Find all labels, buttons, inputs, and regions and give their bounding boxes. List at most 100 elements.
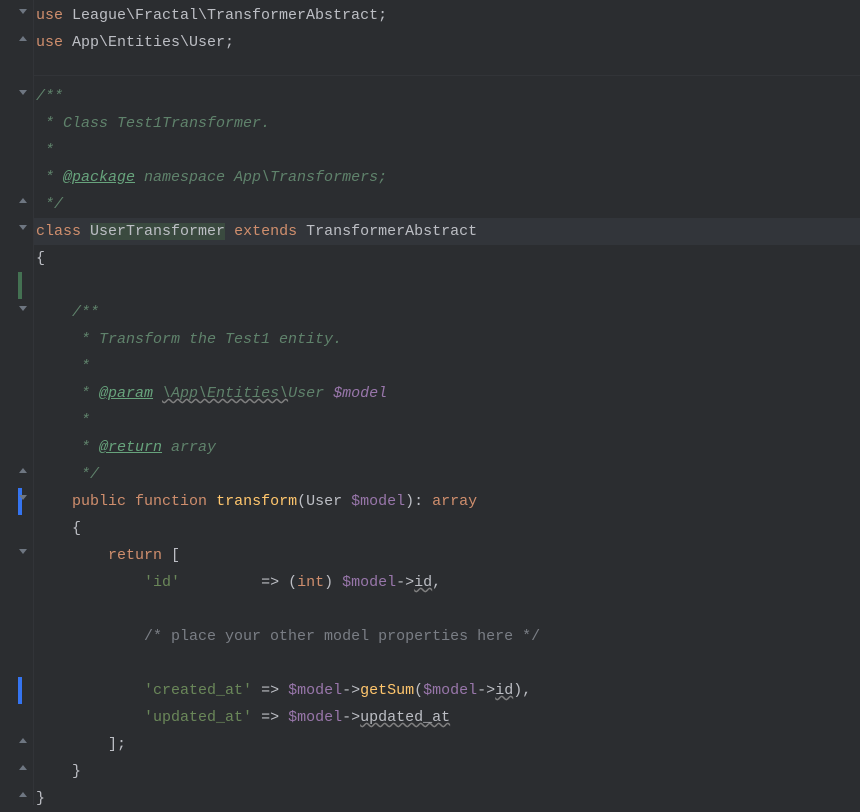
semicolon: ;: [378, 7, 387, 24]
property-id: id: [495, 682, 513, 699]
semicolon: ;: [225, 34, 234, 51]
phpdoc-tag-package: @package: [63, 169, 135, 186]
code-line[interactable]: *: [34, 407, 860, 434]
brace-open: {: [36, 520, 81, 537]
code-line[interactable]: 'created_at' => $model->getSum($model->i…: [34, 677, 860, 704]
fold-marker[interactable]: [17, 304, 29, 316]
code-line[interactable]: */: [34, 191, 860, 218]
phpdoc-return-type: array: [162, 439, 216, 456]
code-line[interactable]: [34, 272, 860, 299]
namespace-path: League\Fractal\TransformerAbstract: [72, 7, 378, 24]
keyword-class: class: [36, 223, 90, 240]
method-name: transform: [216, 493, 297, 510]
code-line[interactable]: public function transform(User $model): …: [34, 488, 860, 515]
fold-marker[interactable]: [17, 88, 29, 100]
fold-marker[interactable]: [17, 790, 29, 802]
code-line[interactable]: class UserTransformer extends Transforme…: [34, 218, 860, 245]
code-line[interactable]: * @package namespace App\Transformers;: [34, 164, 860, 191]
code-line[interactable]: [34, 56, 860, 83]
type-cast: int: [297, 574, 324, 591]
code-line[interactable]: /* place your other model properties her…: [34, 623, 860, 650]
editor-gutter: [0, 0, 34, 805]
property-updated-at: updated_at: [360, 709, 450, 726]
code-line[interactable]: * Transform the Test1 entity.: [34, 326, 860, 353]
code-line[interactable]: [34, 596, 860, 623]
phpdoc-line: * Class Test1Transformer.: [36, 115, 270, 132]
fold-marker[interactable]: [17, 223, 29, 235]
phpdoc-open: /**: [36, 304, 99, 321]
array-key: 'id': [144, 574, 180, 591]
keyword-extends: extends: [234, 223, 297, 240]
code-line[interactable]: }: [34, 785, 860, 812]
fold-marker[interactable]: [17, 196, 29, 208]
fold-marker[interactable]: [17, 763, 29, 775]
fold-marker[interactable]: [17, 547, 29, 559]
separator-line: [34, 75, 860, 76]
phpdoc-type-ns: \App\Entities\: [162, 385, 288, 402]
double-arrow: =>: [261, 682, 288, 699]
code-line[interactable]: *: [34, 353, 860, 380]
property-id: id: [414, 574, 432, 591]
code-line[interactable]: * Class Test1Transformer.: [34, 110, 860, 137]
variable: $model: [288, 682, 342, 699]
phpdoc-line: *: [36, 358, 90, 375]
fold-marker[interactable]: [17, 736, 29, 748]
parent-class: TransformerAbstract: [306, 223, 477, 240]
brace-close: }: [36, 763, 81, 780]
vcs-change-marker: [18, 272, 22, 299]
code-line[interactable]: */: [34, 461, 860, 488]
phpdoc-close: */: [36, 196, 63, 213]
phpdoc-tag-return: @return: [99, 439, 162, 456]
double-arrow: =>: [261, 574, 288, 591]
code-line[interactable]: *: [34, 137, 860, 164]
bracket-close: ];: [108, 736, 126, 753]
variable: $model: [423, 682, 477, 699]
code-editor[interactable]: use League\Fractal\TransformerAbstract; …: [34, 0, 860, 805]
fold-marker[interactable]: [17, 493, 29, 505]
phpdoc-close: */: [36, 466, 99, 483]
method-call: getSum: [360, 682, 414, 699]
code-line[interactable]: * @param \App\Entities\User $model: [34, 380, 860, 407]
code-line[interactable]: return [: [34, 542, 860, 569]
keyword-function: function: [135, 493, 207, 510]
array-key: 'created_at': [144, 682, 252, 699]
fold-marker[interactable]: [17, 466, 29, 478]
phpdoc-tag-param: @param: [99, 385, 153, 402]
class-name: UserTransformer: [90, 223, 225, 240]
phpdoc-line: *: [36, 169, 63, 186]
fold-marker[interactable]: [17, 34, 29, 46]
code-line[interactable]: * @return array: [34, 434, 860, 461]
code-line[interactable]: use App\Entities\User;: [34, 29, 860, 56]
namespace-path: App\Entities\User: [72, 34, 225, 51]
code-line[interactable]: 'id' => (int) $model->id,: [34, 569, 860, 596]
bracket-open: [: [162, 547, 180, 564]
code-line[interactable]: }: [34, 758, 860, 785]
variable: $model: [342, 574, 396, 591]
phpdoc-variable: $model: [333, 385, 387, 402]
inline-comment: /* place your other model properties her…: [144, 628, 540, 645]
code-line[interactable]: {: [34, 245, 860, 272]
code-line[interactable]: use League\Fractal\TransformerAbstract;: [34, 2, 860, 29]
phpdoc-line: *: [36, 142, 54, 159]
array-key: 'updated_at': [144, 709, 252, 726]
fold-marker[interactable]: [17, 7, 29, 19]
keyword-use: use: [36, 7, 72, 24]
keyword-use: use: [36, 34, 72, 51]
code-line[interactable]: {: [34, 515, 860, 542]
code-line[interactable]: /**: [34, 83, 860, 110]
phpdoc-line: *: [36, 439, 99, 456]
code-line[interactable]: ];: [34, 731, 860, 758]
phpdoc-type-class: User: [288, 385, 333, 402]
double-arrow: =>: [261, 709, 288, 726]
code-line[interactable]: /**: [34, 299, 860, 326]
phpdoc-text: namespace App\Transformers;: [135, 169, 387, 186]
phpdoc-line: *: [36, 385, 99, 402]
return-type: array: [432, 493, 477, 510]
phpdoc-open: /**: [36, 88, 63, 105]
code-line[interactable]: [34, 650, 860, 677]
brace-open: {: [36, 250, 45, 267]
code-line[interactable]: 'updated_at' => $model->updated_at: [34, 704, 860, 731]
brace-close: }: [36, 790, 45, 807]
variable: $model: [288, 709, 342, 726]
phpdoc-line: *: [36, 412, 90, 429]
